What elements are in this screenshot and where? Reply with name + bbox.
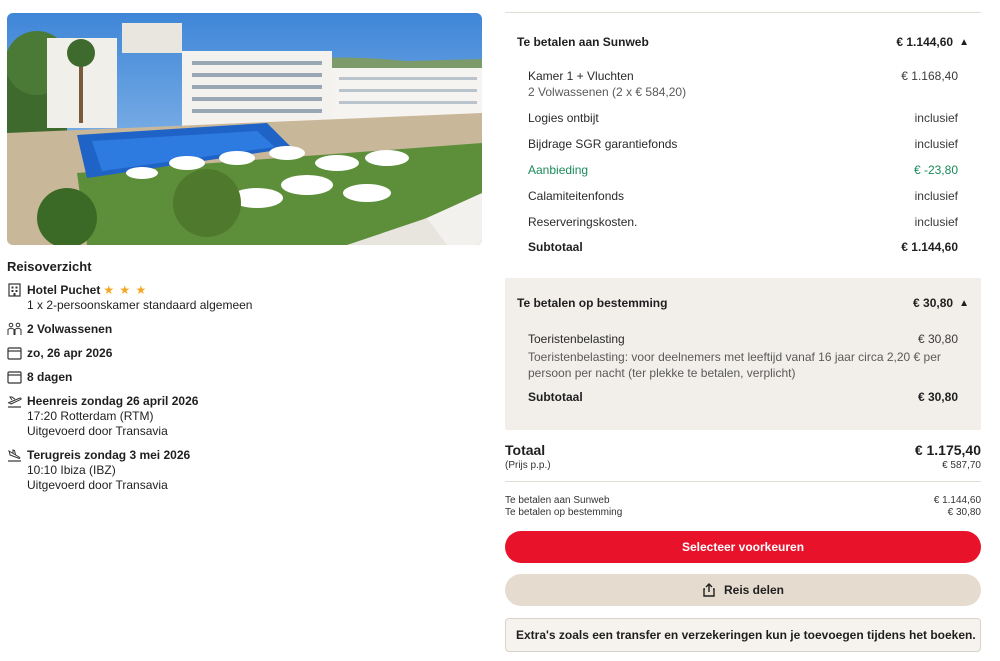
total-section: Totaal € 1.175,40 (Prijs p.p.) € 587,70 — [505, 442, 981, 471]
share-trip-button[interactable]: Reis delen — [505, 574, 981, 606]
sunweb-payment-block: Te betalen aan Sunweb € 1.144,60 ▲ Kamer … — [505, 13, 981, 265]
total-amount: € 1.175,40 — [914, 442, 981, 458]
row-label: Aanbieding — [528, 163, 589, 177]
chevron-up-icon: ▲ — [959, 37, 969, 48]
calendar-icon — [7, 370, 23, 384]
trip-overview-column: Reisoverzicht Hotel Puchet ★ ★ ★ 1 x 2-pe… — [7, 13, 482, 493]
split-value: € 30,80 — [947, 507, 981, 518]
extras-info-box: Extra's zoals een transfer en verzekerin… — [505, 618, 981, 652]
price-row: Toeristenbelasting € 30,80 — [528, 332, 958, 347]
price-row: Bijdrage SGR garantiefonds inclusief — [528, 137, 958, 152]
price-row: Logies ontbijt inclusief — [528, 111, 958, 126]
split-label: Te betalen aan Sunweb — [505, 495, 610, 506]
sunweb-title: Te betalen aan Sunweb — [517, 35, 649, 49]
subtotal-value: € 1.144,60 — [901, 240, 958, 254]
row-value: € 1.168,40 — [901, 69, 958, 83]
travelers-item: 2 Volwassenen — [7, 322, 482, 337]
overview-title: Reisoverzicht — [7, 259, 92, 274]
departure-date: zo, 26 apr 2026 — [27, 346, 113, 360]
total-label: Totaal — [505, 442, 546, 458]
row-label: Logies ontbijt — [528, 111, 599, 125]
destination-amount: € 30,80 — [913, 296, 954, 310]
hotel-stars: ★ ★ ★ — [103, 283, 148, 297]
plane-departure-icon — [7, 394, 23, 408]
price-row: Kamer 1 + Vluchten € 1.168,40 — [528, 69, 958, 84]
row-value: inclusief — [914, 215, 958, 229]
sunweb-toggle[interactable]: Te betalen aan Sunweb € 1.144,60 ▲ — [505, 35, 981, 49]
hotel-name: Hotel Puchet — [27, 283, 101, 297]
return-carrier: Uitgevoerd door Transavia — [27, 478, 168, 492]
per-person-label: (Prijs p.p.) — [505, 460, 551, 471]
destination-toggle[interactable]: Te betalen op bestemming € 30,80 ▲ — [505, 296, 981, 310]
split-label: Te betalen op bestemming — [505, 507, 623, 518]
row-sublabel: 2 Volwassenen (2 x € 584,20) — [528, 85, 687, 99]
destination-title: Te betalen op bestemming — [517, 296, 668, 310]
divider — [505, 481, 981, 482]
subtotal-row: Subtotaal € 1.144,60 — [528, 240, 958, 255]
tourist-tax-note: Toeristenbelasting: voor deelnemers met … — [528, 350, 941, 380]
split-value: € 1.144,60 — [933, 495, 981, 506]
payment-split: Te betalen aan Sunweb € 1.144,60 Te betal… — [505, 495, 981, 519]
return-title: Terugreis zondag 3 mei 2026 — [27, 448, 191, 462]
row-value: € 30,80 — [917, 332, 958, 346]
hotel-item: Hotel Puchet ★ ★ ★ 1 x 2-persoonskamer st… — [7, 283, 482, 313]
building-icon — [7, 283, 23, 297]
chevron-up-icon: ▲ — [959, 298, 969, 309]
row-value: € -23,80 — [913, 163, 958, 177]
subtotal-row: Subtotaal € 30,80 — [528, 390, 958, 405]
row-label: Calamiteitenfonds — [528, 189, 625, 203]
return-time: 10:10 Ibiza (IBZ) — [27, 463, 116, 477]
discount-row: Aanbieding € -23,80 — [528, 163, 958, 178]
room-type: 1 x 2-persoonskamer standaard algemeen — [27, 298, 253, 312]
price-row: Calamiteitenfonds inclusief — [528, 189, 958, 204]
row-value: inclusief — [914, 189, 958, 203]
hotel-photo — [7, 13, 482, 245]
sunweb-amount: € 1.144,60 — [896, 35, 954, 49]
row-label: Kamer 1 + Vluchten — [528, 69, 634, 83]
outbound-flight-item: Heenreis zondag 26 april 2026 17:20 Rott… — [7, 394, 482, 439]
subtotal-value: € 30,80 — [917, 390, 958, 404]
travelers-text: 2 Volwassenen — [27, 322, 113, 336]
subtotal-label: Subtotaal — [528, 240, 583, 254]
plane-arrival-icon — [7, 448, 23, 462]
outbound-time: 17:20 Rotterdam (RTM) — [27, 409, 154, 423]
row-label: Toeristenbelasting — [528, 332, 625, 346]
price-row: Reserveringskosten. inclusief — [528, 215, 958, 230]
row-label: Reserveringskosten. — [528, 215, 638, 229]
duration-item: 8 dagen — [7, 370, 482, 385]
select-preferences-button[interactable]: Selecteer voorkeuren — [505, 531, 981, 563]
subtotal-label: Subtotaal — [528, 390, 583, 404]
row-label: Bijdrage SGR garantiefonds — [528, 137, 678, 151]
travelers-icon — [7, 322, 23, 336]
calendar-icon — [7, 346, 23, 360]
row-value: inclusief — [914, 111, 958, 125]
row-value: inclusief — [914, 137, 958, 151]
share-icon — [703, 583, 715, 597]
outbound-carrier: Uitgevoerd door Transavia — [27, 424, 168, 438]
duration-text: 8 dagen — [27, 370, 73, 384]
destination-payment-block: Te betalen op bestemming € 30,80 ▲ Toeris… — [505, 278, 981, 430]
share-label: Reis delen — [723, 583, 785, 597]
outbound-title: Heenreis zondag 26 april 2026 — [27, 394, 199, 408]
per-person-amount: € 587,70 — [942, 460, 981, 471]
date-item: zo, 26 apr 2026 — [7, 346, 482, 361]
return-flight-item: Terugreis zondag 3 mei 2026 10:10 Ibiza … — [7, 448, 482, 493]
